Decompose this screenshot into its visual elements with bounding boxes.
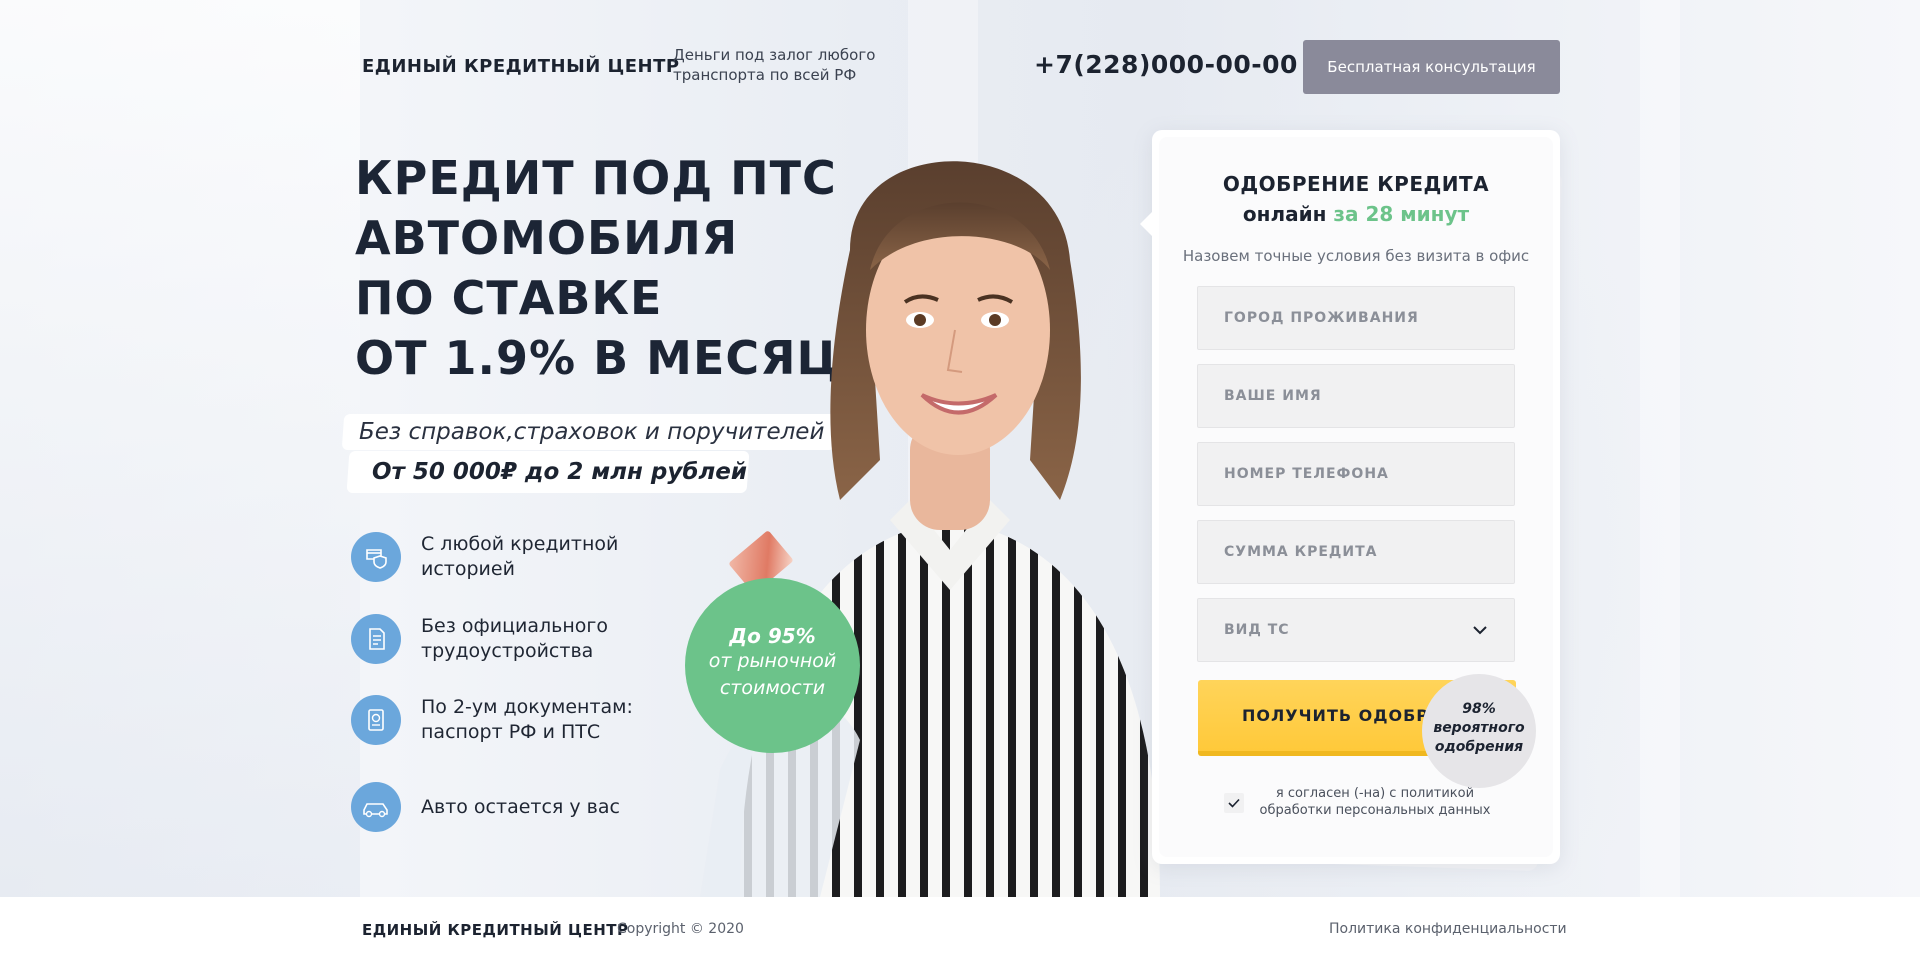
feature-text: Без официального трудоустройства	[421, 614, 661, 664]
feature-line: Авто остается у вас	[421, 795, 620, 818]
hero-section: ЕДИНЫЙ КРЕДИТНЫЙ ЦЕНТР Деньги под залог …	[0, 0, 1920, 897]
checkmark-icon	[1228, 798, 1240, 808]
vehicle-type-select[interactable]: ВИД ТС	[1197, 598, 1515, 662]
prob-line: одобрения	[1434, 739, 1524, 755]
consent-text[interactable]: я согласен (-на) с политикой обработки п…	[1250, 785, 1500, 819]
feature-item: С любой кредитной историей	[351, 532, 661, 582]
form-subtitle-title: онлайн за 28 минут	[1152, 202, 1560, 226]
consent-checkbox[interactable]	[1224, 793, 1244, 813]
amount-pill: От 50 000₽ до 2 млн рублей	[346, 451, 750, 493]
feature-item: Без официального трудоустройства	[351, 614, 661, 664]
prob-line: 98%	[1462, 701, 1496, 717]
passport-icon	[351, 695, 401, 745]
privacy-policy-link[interactable]: Политика конфиденциальности	[1329, 921, 1567, 937]
footer-copyright: Copyright © 2020	[617, 921, 744, 937]
free-consultation-button[interactable]: Бесплатная консультация	[1303, 40, 1560, 94]
card-notch	[1140, 212, 1152, 236]
badge-line: стоимости	[719, 677, 826, 699]
phone-field[interactable]	[1197, 442, 1515, 506]
form-title: ОДОБРЕНИЕ КРЕДИТА	[1222, 172, 1490, 196]
consent-line: обработки персональных данных	[1259, 803, 1491, 818]
name-field[interactable]	[1197, 364, 1515, 428]
badge-line: от рыночной	[708, 650, 837, 672]
form-title-prefix: онлайн	[1242, 202, 1327, 226]
credit-card-shield-icon	[351, 532, 401, 582]
select-value: ВИД ТС	[1224, 622, 1290, 638]
form-title-accent: за 28 минут	[1333, 202, 1470, 226]
prob-line: вероятного	[1433, 720, 1525, 736]
car-icon	[351, 782, 401, 832]
approval-probability-badge: 98% вероятного одобрения	[1422, 674, 1536, 788]
feature-text: Авто остается у вас	[421, 795, 661, 820]
tagline-line: Деньги под залог любого	[673, 46, 876, 64]
amount-text: От 50 000₽ до 2 млн рублей	[372, 459, 747, 485]
header-tagline: Деньги под залог любого транспорта по вс…	[673, 45, 903, 85]
form-description: Назовем точные условия без визита в офис	[1182, 247, 1530, 265]
feature-line: историей	[421, 558, 515, 580]
loan-amount-field[interactable]	[1197, 520, 1515, 584]
feature-line: паспорт РФ и ПТС	[421, 721, 601, 743]
background-blur	[0, 0, 360, 897]
feature-text: По 2-ум документам: паспорт РФ и ПТС	[421, 695, 661, 745]
feature-line: С любой кредитной	[421, 533, 619, 555]
city-field[interactable]	[1197, 286, 1515, 350]
consent-checkbox-row: я согласен (-на) с политикой обработки п…	[1224, 785, 1500, 819]
feature-item: Авто остается у вас	[351, 782, 661, 832]
brand-logo[interactable]: ЕДИНЫЙ КРЕДИТНЫЙ ЦЕНТР	[362, 56, 680, 77]
feature-line: Без официального	[421, 615, 609, 637]
footer-brand[interactable]: ЕДИНЫЙ КРЕДИТНЫЙ ЦЕНТР	[362, 921, 629, 939]
badge-line: До 95%	[729, 624, 816, 648]
feature-line: трудоустройства	[421, 640, 594, 662]
footer: ЕДИНЫЙ КРЕДИТНЫЙ ЦЕНТР Copyright © 2020 …	[0, 897, 1920, 957]
consent-line: я согласен (-на) с политикой	[1275, 786, 1475, 801]
tagline-line: транспорта по всей РФ	[673, 66, 857, 84]
market-value-badge: До 95% от рыночной стоимости	[685, 578, 860, 753]
chevron-down-icon	[1473, 626, 1487, 635]
woman-photo	[700, 161, 1160, 897]
document-icon	[351, 614, 401, 664]
feature-item: По 2-ум документам: паспорт РФ и ПТС	[351, 695, 661, 745]
feature-line: По 2-ум документам:	[421, 696, 633, 718]
feature-text: С любой кредитной историей	[421, 532, 661, 582]
background-window	[1640, 0, 1680, 897]
phone-number[interactable]: +7(228)000-00-00	[1034, 50, 1298, 79]
